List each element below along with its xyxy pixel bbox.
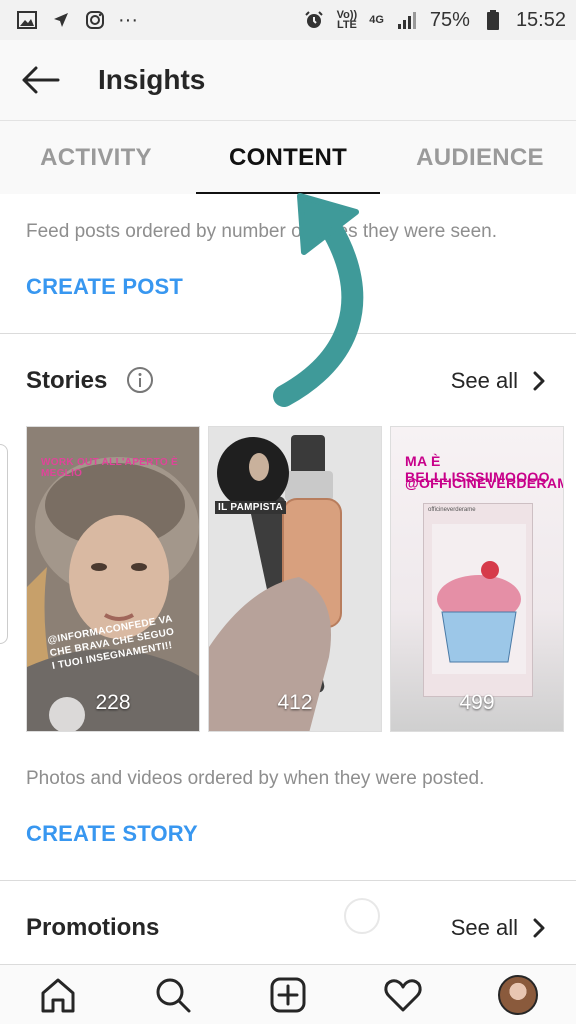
section-divider <box>0 880 576 881</box>
nav-add-post[interactable] <box>258 965 318 1024</box>
back-arrow-icon <box>22 66 60 94</box>
nav-activity[interactable] <box>373 965 433 1024</box>
scroll-edge <box>0 444 8 644</box>
app-header: Insights <box>0 40 576 120</box>
story-photo-product <box>209 427 381 731</box>
location-icon <box>50 10 72 30</box>
cupcake-drawing <box>432 524 526 674</box>
story-views: 499 <box>459 691 495 714</box>
story-caption-top: WORK OUT ALL'APERTO È MEGLIO <box>41 457 179 479</box>
bottom-navigation <box>0 964 576 1024</box>
loading-spinner <box>344 898 380 934</box>
battery-icon <box>482 10 504 30</box>
status-bar: ··· Vo)) LTE 4G 75% 15:52 <box>0 0 576 40</box>
insights-tabs: ACTIVITY CONTENT AUDIENCE <box>0 120 576 194</box>
nav-profile[interactable] <box>488 965 548 1024</box>
feed-description: Feed posts ordered by number of times th… <box>26 221 498 242</box>
stories-see-all[interactable]: See all <box>451 368 546 394</box>
story-views: 412 <box>277 691 313 714</box>
tab-audience[interactable]: AUDIENCE <box>384 121 576 194</box>
story-card[interactable]: MA È BELLLISSSIIMOOOO @OFFICINEVERDERAME… <box>390 426 564 732</box>
profile-avatar <box>498 974 539 1015</box>
promotions-title: Promotions <box>26 914 160 941</box>
see-all-label: See all <box>450 915 518 940</box>
page-title: Insights <box>98 64 206 95</box>
alarm-icon <box>303 10 325 30</box>
search-icon <box>156 978 191 1012</box>
more-icon: ··· <box>118 8 138 31</box>
nav-search[interactable] <box>143 965 203 1024</box>
stories-row: WORK OUT ALL'APERTO È MEGLIO @INFORMACON… <box>26 426 566 732</box>
story-caption-top: IL PAMPISTA <box>215 501 286 514</box>
story-card[interactable]: IL PAMPISTA 412 <box>208 426 382 732</box>
chevron-right-icon <box>533 371 545 391</box>
network-type: 4G <box>369 14 384 26</box>
stories-title: Stories <box>26 367 108 394</box>
tab-activity[interactable]: ACTIVITY <box>0 121 192 194</box>
battery-percent: 75% <box>429 8 470 31</box>
create-post-button[interactable]: CREATE POST <box>26 274 183 300</box>
story-views: 228 <box>95 691 131 714</box>
info-icon[interactable] <box>126 366 154 394</box>
stories-description: Photos and videos ordered by when they w… <box>26 768 485 789</box>
story-card[interactable]: WORK OUT ALL'APERTO È MEGLIO @INFORMACON… <box>26 426 200 732</box>
clock: 15:52 <box>515 8 566 31</box>
image-icon <box>16 10 38 30</box>
instagram-icon <box>84 10 106 30</box>
tab-content[interactable]: CONTENT <box>192 121 384 194</box>
see-all-label: See all <box>450 368 518 393</box>
nav-home[interactable] <box>28 965 88 1024</box>
story-caption-sub: @OFFICINEVERDERAME <box>405 475 564 491</box>
back-button[interactable] <box>0 40 80 120</box>
heart-icon <box>384 978 422 1011</box>
add-post-icon <box>270 977 306 1012</box>
create-story-button[interactable]: CREATE STORY <box>26 821 198 847</box>
section-divider <box>0 333 576 334</box>
chevron-right-icon <box>533 918 545 938</box>
reposted-story: officineverderame <box>423 503 533 697</box>
home-icon <box>41 978 75 1012</box>
signal-icon <box>396 10 418 30</box>
promotions-see-all[interactable]: See all <box>451 915 546 941</box>
volte-indicator: Vo)) LTE <box>336 9 358 31</box>
